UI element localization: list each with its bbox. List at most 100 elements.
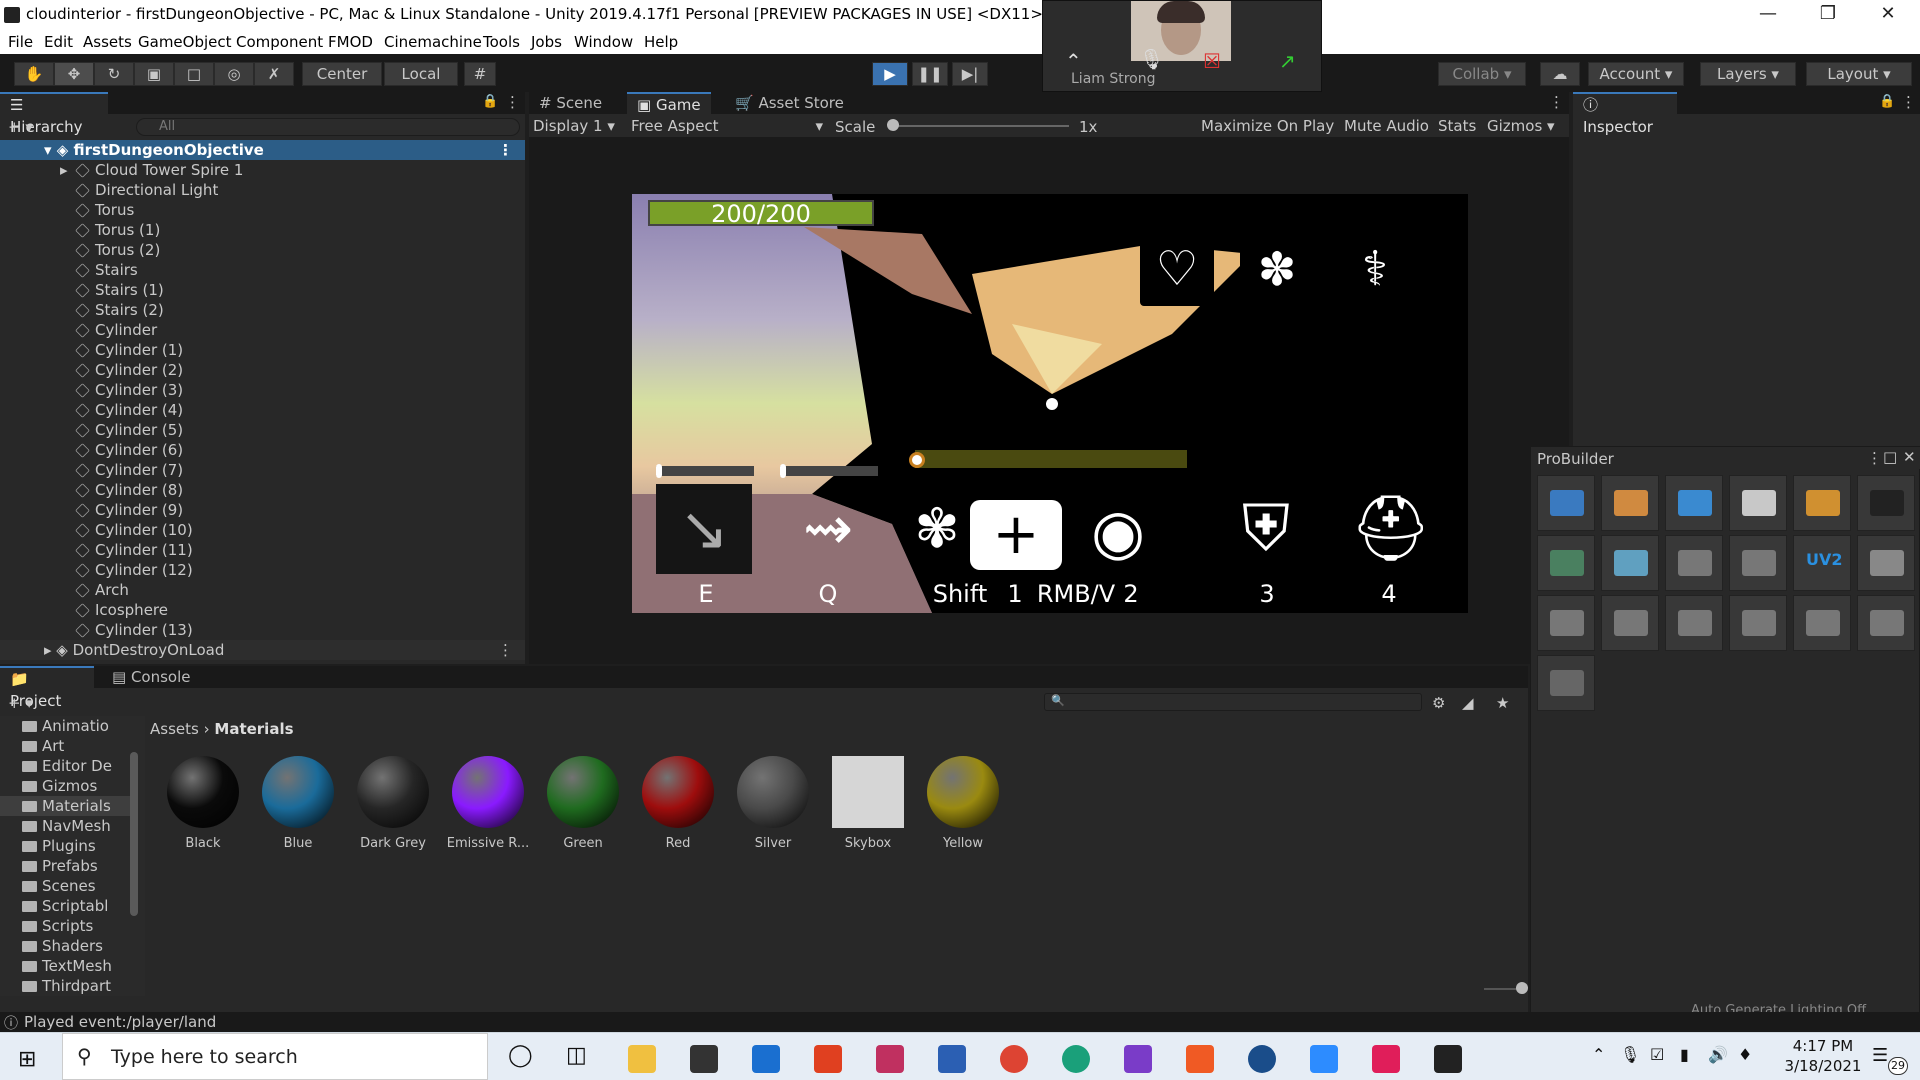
camera-off-icon[interactable]: ☒ [1203, 49, 1221, 73]
material-asset[interactable]: Skybox [825, 756, 911, 851]
lock-icon[interactable]: 🔒 [482, 94, 498, 109]
dropbox-icon[interactable]: ♦ [1738, 1045, 1752, 1064]
rotate-tool-icon[interactable]: ↻ [94, 62, 134, 86]
menu-gameobject[interactable]: GameObject [138, 33, 232, 51]
close-icon[interactable]: ✕ [1903, 448, 1916, 466]
mail-icon[interactable] [752, 1045, 780, 1073]
hierarchy-item[interactable]: Cylinder (13) [0, 620, 525, 640]
hierarchy-item[interactable]: Arch [0, 580, 525, 600]
maximize-icon[interactable]: □ [1883, 448, 1897, 466]
weld-icon[interactable] [1729, 535, 1787, 591]
muted-mic-icon[interactable]: 🎙 [1139, 47, 1164, 71]
kebab-menu-icon[interactable]: ⋮ [1901, 93, 1916, 111]
chrome-icon[interactable] [1000, 1045, 1028, 1073]
aspect-dropdown[interactable]: Free Aspect ▾ [631, 117, 827, 135]
maximize-on-play-toggle[interactable]: Maximize On Play [1201, 117, 1334, 135]
hierarchy-item[interactable]: Cylinder (11) [0, 540, 525, 560]
hierarchy-item[interactable]: Cylinder (3) [0, 380, 525, 400]
scale-slider-thumb[interactable] [887, 119, 899, 131]
menu-file[interactable]: File [8, 33, 33, 51]
hierarchy-item[interactable]: Torus [0, 200, 525, 220]
mute-audio-toggle[interactable]: Mute Audio [1344, 117, 1429, 135]
meet-icon[interactable]: ☑ [1650, 1045, 1664, 1064]
hierarchy-item[interactable]: Cylinder (4) [0, 400, 525, 420]
account-dropdown[interactable]: Account ▾ [1588, 62, 1684, 86]
video-call-window[interactable]: Liam Strong ⌃ 🎙 ☒ ↗ [1042, 0, 1322, 92]
export-icon[interactable] [1537, 655, 1595, 711]
hierarchy-item[interactable]: Stairs [0, 260, 525, 280]
kebab-menu-icon[interactable]: ⋮ [1549, 93, 1564, 111]
play-button[interactable]: ▶ [872, 62, 908, 86]
folder-item[interactable]: Thirdpart [0, 976, 130, 996]
material-editor-icon[interactable] [1537, 535, 1595, 591]
tab-asset-store[interactable]: 🛒 Asset Store [725, 92, 854, 114]
hierarchy-item[interactable]: Cylinder (8) [0, 480, 525, 500]
menu-assets[interactable]: Assets [83, 33, 132, 51]
hierarchy-item[interactable]: Torus (1) [0, 220, 525, 240]
material-asset[interactable]: Silver [730, 756, 816, 851]
tab-inspector[interactable]: ⓘ Inspector [1573, 92, 1677, 136]
custom-tool-icon[interactable]: ✗ [254, 62, 294, 86]
hierarchy-item[interactable]: Stairs (1) [0, 280, 525, 300]
menu-help[interactable]: Help [644, 33, 678, 51]
pause-button[interactable]: ❚❚ [912, 62, 948, 86]
snip-icon[interactable] [876, 1045, 904, 1073]
bridge-icon[interactable] [1793, 595, 1851, 651]
zoom-icon[interactable] [1310, 1045, 1338, 1073]
tab-hierarchy[interactable]: ☰ Hierarchy [0, 92, 108, 136]
new-shape-icon[interactable] [1537, 475, 1595, 531]
tab-game[interactable]: ▣ Game [627, 92, 711, 114]
layout-dropdown[interactable]: Layout ▾ [1806, 62, 1912, 86]
flip-normals-icon[interactable] [1729, 595, 1787, 651]
pivot-center-toggle[interactable]: Center [302, 62, 382, 86]
material-asset[interactable]: Yellow [920, 756, 1006, 851]
folder-item[interactable]: NavMesh [0, 816, 130, 836]
volume-icon[interactable]: 🔊 [1708, 1045, 1728, 1064]
chevron-up-icon[interactable]: ⌃ [1065, 49, 1082, 73]
scale-tool-icon[interactable]: ▣ [134, 62, 174, 86]
zoom-slider[interactable] [1484, 988, 1520, 990]
checker-icon[interactable] [1857, 475, 1915, 531]
pipe-icon[interactable] [1601, 475, 1659, 531]
breadcrumb-materials[interactable]: Materials [214, 720, 293, 738]
move-tool-icon[interactable]: ✥ [54, 62, 94, 86]
hierarchy-item[interactable]: Torus (2) [0, 240, 525, 260]
game-render[interactable]: 200/200 ♡ ✽ ⚕ ↘ ⇝ ✾ + ◉ ⛨ ⛑ E Q Shift 1 … [632, 194, 1468, 613]
clock-date[interactable]: 3/18/2021 [1778, 1057, 1868, 1075]
folder-item[interactable]: Animatio [0, 716, 130, 736]
taskbar-search[interactable]: ⚲ Type here to search [62, 1033, 488, 1080]
step-button[interactable]: ▶| [952, 62, 988, 86]
clock-time[interactable]: 4:17 PM [1778, 1037, 1868, 1055]
layers-dropdown[interactable]: Layers ▾ [1700, 62, 1796, 86]
flip-icon[interactable] [1857, 535, 1915, 591]
word-icon[interactable] [938, 1045, 966, 1073]
material-asset[interactable]: Emissive R... [445, 756, 531, 851]
menu-window[interactable]: Window [574, 33, 633, 51]
rect-tool-icon[interactable]: □ [174, 62, 214, 86]
filter-type-icon[interactable]: ⚙ [1432, 694, 1445, 712]
poly-shape-icon[interactable] [1665, 475, 1723, 531]
material-asset[interactable]: Dark Grey [350, 756, 436, 851]
visual-studio-icon[interactable] [1124, 1045, 1152, 1073]
menu-jobs[interactable]: Jobs [531, 33, 562, 51]
pivot-local-toggle[interactable]: Local [384, 62, 458, 86]
grid-snap-icon[interactable]: # [464, 62, 496, 86]
maximize-button[interactable]: ❐ [1800, 0, 1856, 30]
menu-tools[interactable]: Tools [483, 33, 520, 51]
collab-dropdown[interactable]: Collab ▾ [1438, 62, 1526, 86]
hierarchy-item[interactable]: Cylinder (9) [0, 500, 525, 520]
slack-icon[interactable] [1372, 1045, 1400, 1073]
subdivide-icon[interactable] [1601, 595, 1659, 651]
tab-scene[interactable]: # Scene [529, 92, 612, 114]
hierarchy-item[interactable]: Directional Light [0, 180, 525, 200]
hierarchy-search-input[interactable]: All [136, 118, 520, 136]
hierarchy-item[interactable]: ▸ Cloud Tower Spire 1 [0, 160, 525, 180]
folder-item[interactable]: Materials [0, 796, 130, 816]
menu-fmod[interactable]: FMOD [328, 33, 373, 51]
hierarchy-item[interactable]: Stairs (2) [0, 300, 525, 320]
hierarchy-item[interactable]: Cylinder (10) [0, 520, 525, 540]
extrude-icon[interactable] [1857, 595, 1915, 651]
transform-tool-icon[interactable]: ◎ [214, 62, 254, 86]
folder-tree-scrollbar[interactable] [130, 752, 138, 916]
share-icon[interactable]: ↗ [1279, 49, 1296, 73]
